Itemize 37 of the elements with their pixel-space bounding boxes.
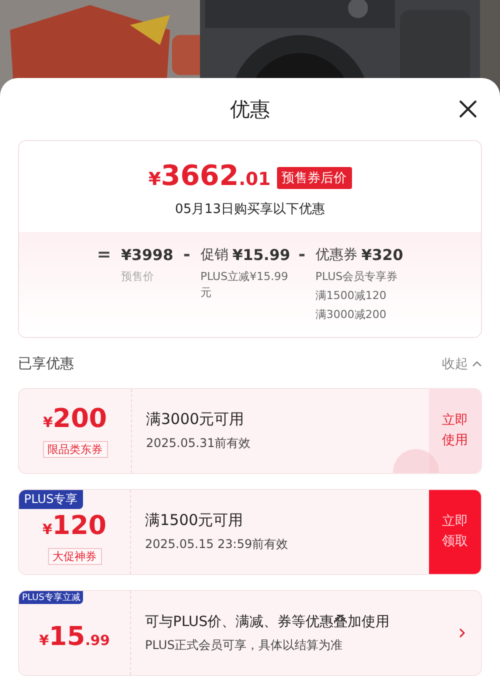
- coupon-tag: 大促神券: [48, 548, 102, 565]
- breakdown-note: 预售价: [121, 269, 156, 285]
- chevron-right-icon[interactable]: [459, 628, 465, 638]
- breakdown-note: PLUS会员专享券: [315, 269, 399, 285]
- chevron-up-icon[interactable]: [472, 361, 482, 367]
- collapse-link[interactable]: 收起: [442, 355, 468, 373]
- breakdown-label: 优惠券: [315, 246, 358, 265]
- sheet-title: 优惠: [230, 96, 270, 122]
- plus-badge: PLUS专享: [19, 490, 83, 509]
- breakdown-amount: ¥320: [361, 245, 404, 266]
- coupon-amount: ¥120: [42, 511, 107, 543]
- breakdown-label: 促销: [200, 246, 228, 265]
- coupon-amount: ¥200: [42, 404, 108, 436]
- breakdown-note: PLUS立减¥15.99元: [200, 269, 288, 301]
- final-price: ¥3662.01: [148, 161, 271, 194]
- breakdown-note: 满1500减120: [315, 288, 388, 304]
- coupon-condition: 满1500元可用: [145, 511, 244, 530]
- coupon-validity: 2025.05.15 23:59前有效: [145, 536, 290, 553]
- coupon-condition: 可与PLUS价、满减、券等优惠叠加使用: [145, 612, 391, 630]
- coupon-action-button[interactable]: 立即使用: [429, 389, 481, 473]
- operator: -: [298, 244, 306, 266]
- coupon-validity: 2025.05.31前有效: [146, 435, 252, 452]
- section-title: 已享优惠: [18, 355, 75, 373]
- coupon-amount: ¥15.99: [39, 622, 110, 654]
- price-tag: 预售券后价: [276, 167, 352, 189]
- coupon-action-button[interactable]: 立即领取: [429, 490, 481, 574]
- coupon-condition: 满3000元可用: [146, 410, 246, 429]
- operator: -: [183, 244, 190, 266]
- breakdown-note: 满3000减200: [315, 307, 388, 323]
- date-line: 05月13日购买享以下优惠: [174, 201, 326, 218]
- breakdown-amount: ¥3998: [121, 245, 174, 266]
- plus-badge: PLUS专享立减: [19, 591, 84, 604]
- coupon-validity: PLUS正式会员可享，具体以结算为准: [145, 636, 344, 654]
- breakdown-amount: ¥15.99: [232, 245, 290, 266]
- operator: =: [96, 244, 112, 266]
- close-icon[interactable]: [458, 99, 478, 119]
- coupon-tag: 限品类东券: [42, 441, 108, 458]
